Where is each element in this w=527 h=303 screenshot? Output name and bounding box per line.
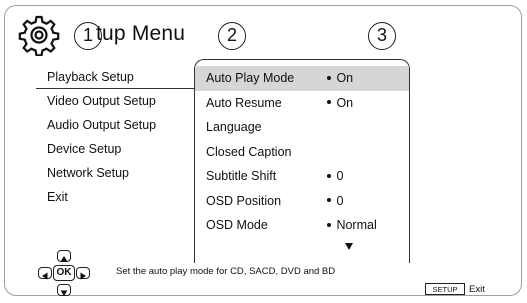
up-arrow-button[interactable] [57,250,71,262]
down-arrow-icon [60,290,68,296]
menu-item-device-setup[interactable]: Device Setup [36,137,196,161]
submenu-item-value [323,115,409,140]
menu-item-network-setup[interactable]: Network Setup [36,161,196,185]
submenu-item-value: 0 [323,189,409,214]
submenu-item-auto-play-mode[interactable]: Auto Play Mode On [195,66,409,91]
header: 1 tup Menu 2 3 [18,12,508,56]
callout-3: 3 [368,22,396,50]
callout-2: 2 [218,22,246,50]
menu-item-video-output-setup[interactable]: Video Output Setup [36,89,196,113]
bullet-icon [327,198,332,203]
down-arrow-button[interactable] [57,284,71,296]
up-arrow-icon [60,256,68,262]
scroll-down-icon[interactable] [345,243,353,250]
menu-item-exit[interactable]: Exit [36,185,196,209]
submenu-item-osd-position[interactable]: OSD Position 0 [195,189,409,214]
help-text: Set the auto play mode for CD, SACD, DVD… [116,266,336,277]
main-menu: Playback Setup Video Output Setup Audio … [36,65,198,209]
submenu-item-label: Language [206,120,262,134]
bullet-icon [327,75,332,80]
submenu-item-label: Auto Play Mode [206,71,295,85]
submenu-item-auto-resume[interactable]: Auto Resume On [195,91,409,116]
remote-nav-pad: OK [38,250,100,298]
bullet-icon [327,173,332,178]
submenu-item-value: Normal [323,213,409,238]
submenu-item-value [323,140,409,165]
submenu-item-osd-mode[interactable]: OSD Mode Normal [195,213,409,238]
submenu-item-value: On [323,66,409,91]
left-arrow-icon [42,272,48,280]
submenu-item-value: 0 [323,164,409,189]
submenu-item-label: Auto Resume [206,95,282,110]
page-title: tup Menu [96,22,186,45]
submenu-item-label: OSD Position [206,193,282,208]
submenu-panel: Auto Play Mode On Auto Resume On Languag… [194,59,410,263]
right-arrow-icon [80,272,86,280]
submenu-item-label: OSD Mode [206,218,268,232]
submenu-item-subtitle-shift[interactable]: Subtitle Shift 0 [195,164,409,189]
exit-hint: Exit [469,284,485,295]
submenu-item-value: On [323,91,409,116]
gear-icon [18,15,60,56]
menu-item-playback-setup[interactable]: Playback Setup [36,65,198,89]
submenu-item-language[interactable]: Language [195,115,409,140]
bullet-icon [327,222,332,227]
menu-item-audio-output-setup[interactable]: Audio Output Setup [36,113,196,137]
submenu-item-label: Subtitle Shift [206,169,277,183]
submenu-item-label: Closed Caption [206,144,292,159]
submenu-item-closed-caption[interactable]: Closed Caption [195,140,409,165]
right-arrow-button[interactable] [76,267,90,280]
bullet-icon [327,100,332,105]
left-arrow-button[interactable] [38,267,52,280]
ok-button[interactable]: OK [53,265,75,281]
setup-key-icon[interactable]: SETUP [425,283,465,295]
